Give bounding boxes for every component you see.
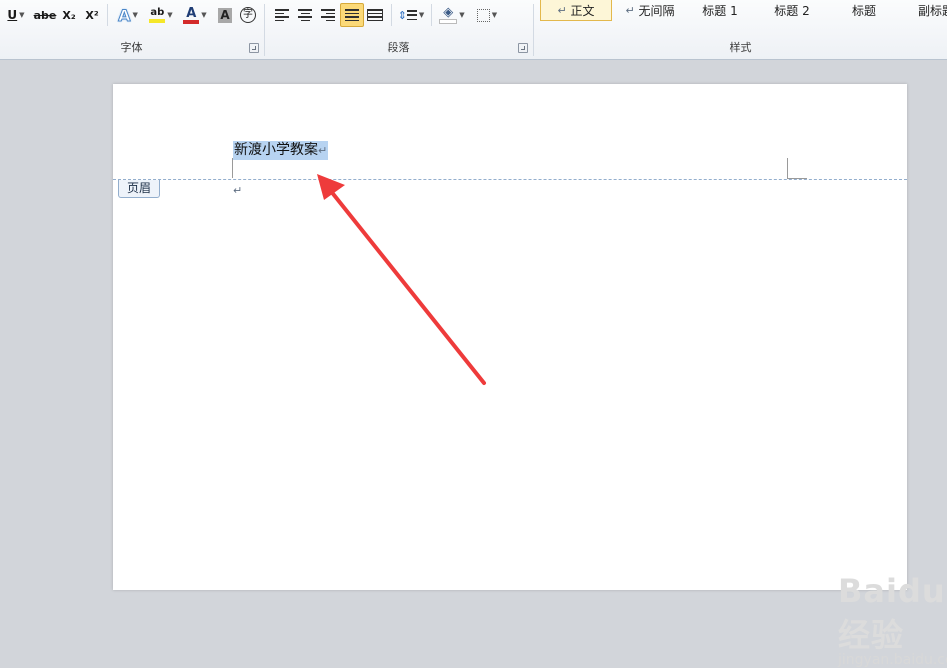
align-center-button[interactable]	[294, 4, 316, 26]
header-tab[interactable]: 页眉	[118, 180, 160, 198]
style-label: 标题	[851, 3, 876, 18]
paragraph-mark-icon: ↵	[625, 3, 635, 17]
distributed-icon	[367, 9, 383, 21]
style-label: 无间隔	[638, 3, 675, 18]
chevron-down-icon: ▼	[459, 11, 465, 19]
watermark-logo: Baidu经验	[838, 572, 946, 654]
highlight-button[interactable]: ab ▼	[145, 4, 177, 26]
borders-icon	[476, 8, 490, 22]
text-effects-icon: A	[118, 5, 131, 25]
line-spacing-icon: ⇕	[398, 9, 417, 22]
enclose-characters-icon: 字	[240, 7, 256, 23]
style-heading2-tile[interactable]: 标题 2	[762, 0, 822, 20]
paragraph-group-label: 段落	[387, 41, 410, 54]
chevron-down-icon: ▼	[132, 11, 138, 19]
highlight-icon: ab	[149, 7, 166, 23]
enclose-characters-button[interactable]: 字	[238, 4, 258, 26]
paint-bucket-icon: ◈	[439, 6, 458, 24]
strikethrough-button[interactable]: abe	[33, 4, 57, 26]
underline-icon: U	[7, 8, 18, 22]
paragraph-dialog-launcher-icon[interactable]	[518, 43, 528, 53]
body-paragraph-mark-icon: ↵	[233, 184, 243, 197]
chevron-down-icon: ▼	[418, 11, 425, 19]
style-title-tile[interactable]: 标题	[834, 0, 894, 20]
align-left-button[interactable]	[271, 4, 293, 26]
superscript-icon: X²	[85, 8, 99, 22]
justify-icon	[345, 9, 359, 21]
distributed-button[interactable]	[364, 4, 386, 26]
paragraph-mark-icon: ↵	[318, 144, 328, 157]
font-group: U ▼ abe X₂ X² A ▼ ab ▼ A ▼ A 字 字体	[0, 0, 263, 59]
line-spacing-button[interactable]: ⇕ ▼	[396, 4, 426, 26]
divider	[107, 4, 108, 26]
justify-button[interactable]	[340, 3, 364, 27]
borders-button[interactable]: ▼	[473, 4, 501, 26]
style-heading1-tile[interactable]: 标题 1	[690, 0, 750, 20]
style-no-spacing-tile[interactable]: ↵ 无间隔	[614, 0, 686, 20]
chevron-down-icon: ▼	[167, 11, 173, 19]
strikethrough-icon: abe	[33, 8, 57, 22]
header-boundary-line	[113, 179, 907, 180]
header-text-selected[interactable]: 新渡小学教案↵	[233, 141, 329, 160]
chevron-down-icon: ▼	[491, 11, 498, 19]
align-center-icon	[298, 9, 312, 21]
watermark: Baidu经验 jingyan.baidu.com	[838, 572, 947, 668]
subscript-icon: X₂	[62, 8, 76, 22]
chevron-down-icon: ▼	[201, 11, 207, 19]
margin-corner-mark	[232, 158, 233, 178]
character-shading-button[interactable]: A	[216, 4, 234, 26]
paragraph-mark-icon: ↵	[557, 3, 567, 17]
styles-group-label: 样式	[729, 41, 752, 54]
font-dialog-launcher-icon[interactable]	[249, 43, 259, 53]
style-label: 标题 2	[774, 3, 810, 18]
text-effects-button[interactable]: A ▼	[113, 4, 143, 26]
chevron-down-icon: ▼	[19, 11, 25, 19]
margin-corner-mark	[787, 158, 788, 178]
divider	[391, 4, 392, 26]
character-shading-icon: A	[218, 7, 232, 23]
paragraph-group: ⇕ ▼ ◈ ▼ ▼ 段落	[265, 0, 532, 59]
align-right-button[interactable]	[317, 4, 339, 26]
document-page[interactable]: 新渡小学教案↵ 页眉 ↵ Baidu经验 jingyan.baidu.com	[113, 84, 947, 668]
header-text: 新渡小学教案	[234, 142, 318, 158]
shading-button[interactable]: ◈ ▼	[437, 4, 467, 26]
font-color-icon: A	[183, 7, 200, 24]
style-label: 副标题	[918, 3, 947, 18]
font-group-label: 字体	[120, 41, 143, 54]
align-left-icon	[275, 9, 289, 21]
style-normal-tile[interactable]: ↵ 正文	[540, 0, 612, 21]
watermark-url: jingyan.baidu.com	[838, 652, 947, 668]
style-label: 标题 1	[702, 3, 738, 18]
styles-group: ↵ 正文 ↵ 无间隔 标题 1 标题 2 标题 副标题 样式	[534, 0, 947, 59]
ribbon: U ▼ abe X₂ X² A ▼ ab ▼ A ▼ A 字 字体 ⇕ ▼ ◈ …	[0, 0, 947, 60]
align-right-icon	[321, 9, 335, 21]
style-label: 正文	[570, 3, 595, 18]
divider	[431, 4, 432, 26]
font-color-button[interactable]: A ▼	[180, 4, 210, 26]
subscript-button[interactable]: X₂	[59, 4, 79, 26]
style-subtitle-tile[interactable]: 副标题	[906, 0, 947, 20]
superscript-button[interactable]: X²	[82, 4, 102, 26]
underline-button[interactable]: U ▼	[3, 4, 29, 26]
